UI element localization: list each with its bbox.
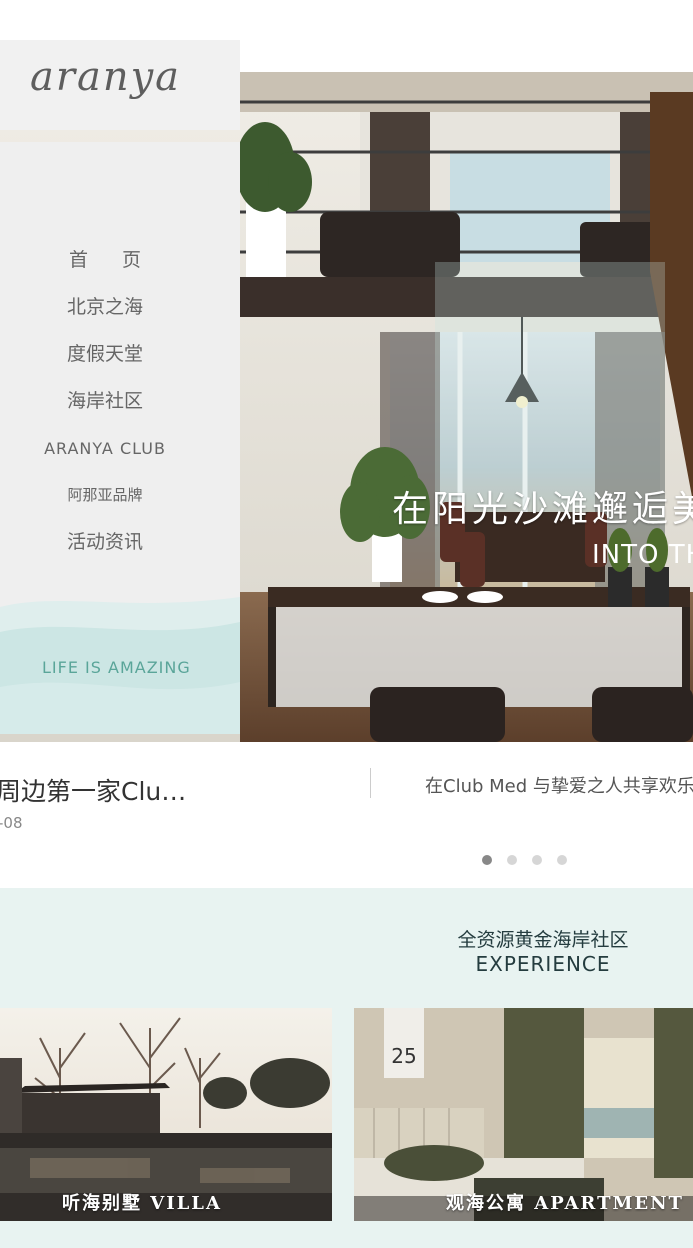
news-date: -08 xyxy=(0,814,23,832)
carousel-dot[interactable] xyxy=(532,855,542,865)
page: 在阳光沙滩邂逅美 INTO TH aranya 首页 北京之海 度假天堂 海岸社… xyxy=(0,0,693,1248)
carousel-dot[interactable] xyxy=(507,855,517,865)
nav-item-home[interactable]: 首页 xyxy=(0,237,210,284)
feature-section: 全资源黄金海岸社区 EXPERIENCE 听海别墅 VILLA 25 观海公寓 … xyxy=(0,888,693,1248)
carousel-dot[interactable] xyxy=(482,855,492,865)
svg-text:25: 25 xyxy=(391,1044,416,1068)
logo[interactable]: aranya xyxy=(0,40,240,130)
nav-item-brand[interactable]: 阿那亚品牌 xyxy=(0,472,210,519)
nav-item-coastal-community[interactable]: 海岸社区 xyxy=(0,378,210,425)
carousel-dots xyxy=(482,855,567,865)
hero-sub-caption: INTO TH xyxy=(592,540,693,570)
menu-tagline: LIFE IS AMAZING xyxy=(42,658,191,677)
nav-item-resort[interactable]: 度假天堂 xyxy=(0,331,210,378)
carousel-dot[interactable] xyxy=(557,855,567,865)
feature-title-cn: 全资源黄金海岸社区 xyxy=(457,929,629,951)
feature-title: 全资源黄金海岸社区 EXPERIENCE xyxy=(420,928,666,976)
hero-caption: 在阳光沙滩邂逅美 xyxy=(392,489,693,530)
nav-item-aranya-club[interactable]: ARANYA CLUB xyxy=(0,425,210,472)
logo-text: aranya xyxy=(30,54,182,100)
nav-item-beijing-sea[interactable]: 北京之海 xyxy=(0,284,210,331)
news-divider xyxy=(370,768,371,798)
apartment-card-label: 观海公寓 APARTMENT xyxy=(446,1193,684,1214)
villa-card[interactable]: 听海别墅 VILLA xyxy=(0,1008,332,1221)
news-title[interactable]: 周边第一家Clu… xyxy=(0,772,186,808)
feature-title-en: EXPERIENCE xyxy=(475,952,611,976)
nav-menu-list: 首页 北京之海 度假天堂 海岸社区 ARANYA CLUB 阿那亚品牌 活动资讯 xyxy=(0,237,210,566)
nav-menu: 首页 北京之海 度假天堂 海岸社区 ARANYA CLUB 阿那亚品牌 活动资讯… xyxy=(0,142,240,734)
news-next-title[interactable]: 在Club Med 与挚爱之人共享欢乐 xyxy=(425,772,693,798)
nav-item-events[interactable]: 活动资讯 xyxy=(0,519,210,566)
apartment-card[interactable]: 25 观海公寓 APARTMENT xyxy=(354,1008,693,1221)
villa-card-label: 听海别墅 VILLA xyxy=(62,1193,222,1214)
